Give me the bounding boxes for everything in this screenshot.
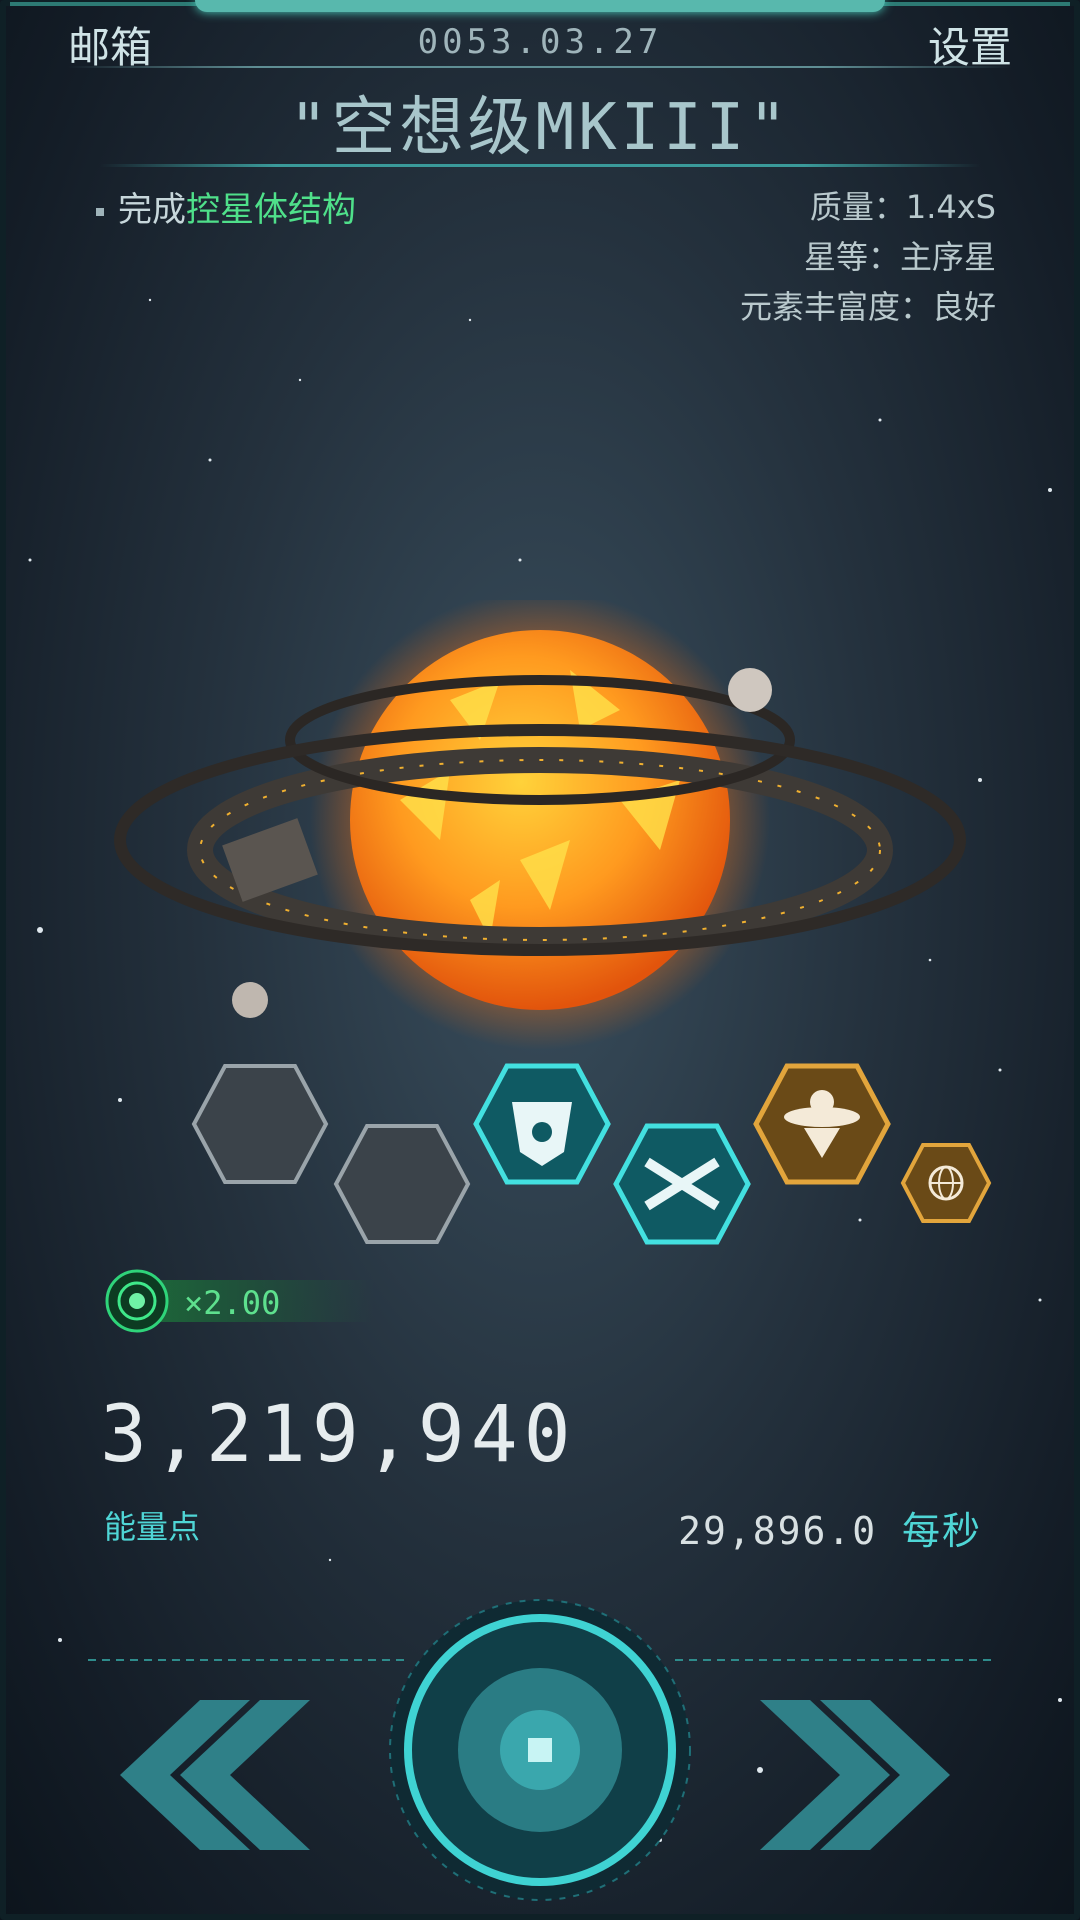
energy-label: 能量点 (104, 1508, 201, 1546)
rate-value: 29,896.0 (678, 1509, 878, 1553)
double-chevron-right-icon[interactable] (760, 1700, 950, 1850)
game-date: 0053.03.27 (417, 22, 663, 62)
double-chevron-left-icon[interactable] (110, 1700, 310, 1850)
center-action-button[interactable] (389, 1599, 691, 1901)
mission-target: 控星体结构 (186, 190, 356, 230)
probe-top (728, 668, 772, 712)
mission-objective[interactable]: 完成控星体结构 (96, 182, 356, 231)
stat-abundance: 元素丰富度：良好 (739, 288, 996, 326)
rate-unit: 每秒 (901, 1509, 982, 1553)
energy-total: 3,219,940 (100, 1390, 577, 1480)
probe-left (232, 982, 268, 1018)
stop-square-icon (528, 1738, 552, 1762)
energy-rate: 29,896.0 每秒 (678, 1500, 982, 1555)
mission-prefix: 完成 (118, 190, 186, 230)
bullet-icon (96, 207, 104, 216)
top-glow-bar (195, 0, 885, 12)
stat-grade: 星等：主序星 (803, 238, 996, 276)
multiplier-value: ×2.00 (184, 1284, 281, 1322)
x-wing-icon[interactable] (612, 1122, 752, 1246)
game-screen: 邮箱 0053.03.27 设置 "空想级MKIII" 完成控星体结构 质量：1… (0, 0, 1080, 1920)
globe-icon[interactable] (900, 1142, 992, 1224)
header-divider (68, 66, 1012, 68)
bottom-controls (88, 1599, 992, 1901)
title-divider (100, 164, 980, 167)
empty-slot-icon[interactable] (190, 1062, 330, 1186)
structure-title: "空想级MKIII" (289, 91, 791, 165)
robot-mask-icon[interactable] (472, 1062, 612, 1186)
ufo-emblem-icon[interactable] (752, 1062, 892, 1186)
star-structure[interactable] (100, 600, 980, 1080)
stat-mass: 质量：1.4xS (809, 188, 996, 226)
empty-slot-icon[interactable] (332, 1122, 472, 1246)
